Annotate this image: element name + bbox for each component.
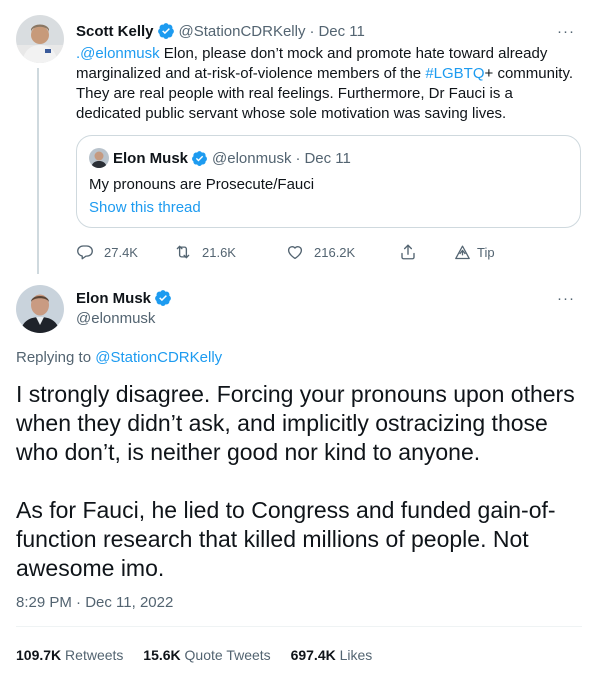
quoted-author-name: Elon Musk — [113, 150, 189, 167]
like-icon — [287, 246, 303, 260]
tip-button[interactable]: Tip — [454, 240, 495, 264]
retweet-icon — [176, 245, 190, 259]
scott-kelly-avatar[interactable] — [16, 15, 64, 63]
quoted-tweet-card[interactable]: Elon Musk @elonmusk · Dec 11 My pronouns… — [76, 135, 581, 228]
retweet-button[interactable]: 21.6K — [174, 240, 236, 264]
like-count: 216.2K — [314, 244, 356, 260]
reply-icon — [77, 245, 93, 260]
separator-dot: · — [295, 150, 301, 167]
retweets-stat[interactable]: 109.7K Retweets — [16, 647, 123, 663]
reply-button[interactable]: 27.4K — [76, 240, 138, 264]
retweet-count: 21.6K — [202, 244, 236, 260]
verified-badge-icon — [192, 151, 207, 166]
quoted-tweet-date: Dec 11 — [304, 150, 351, 167]
hashtag-link[interactable]: #LGBTQ — [425, 65, 484, 82]
share-icon — [401, 244, 415, 260]
quote-tweets-stat[interactable]: 15.6K Quote Tweets — [143, 647, 270, 663]
tip-label: Tip — [477, 244, 495, 260]
mention-link[interactable]: .@elonmusk — [76, 45, 160, 62]
parent-more-icon[interactable]: ··· — [556, 22, 576, 42]
parent-tweet-header: Scott Kelly @StationCDRKelly · Dec 11 — [76, 22, 365, 40]
likes-stat-label: Likes — [339, 647, 373, 663]
like-button[interactable]: 216.2K — [286, 240, 355, 264]
parent-tweet-actions: 27.4K 21.6K 216.2K Tip — [76, 240, 581, 264]
verified-badge-icon — [155, 290, 171, 306]
retweets-stat-count: 109.7K — [16, 647, 62, 663]
divider — [16, 626, 582, 627]
tweet-timestamp[interactable]: 8:29 PM · Dec 11, 2022 — [16, 594, 173, 611]
likes-stat[interactable]: 697.4K Likes — [291, 647, 373, 663]
quoted-tweet-text: My pronouns are Prosecute/Fauci — [89, 176, 315, 193]
main-tweet-text: I strongly disagree. Forcing your pronou… — [16, 381, 575, 581]
show-thread-link[interactable]: Show this thread — [89, 199, 201, 216]
parent-author-name[interactable]: Scott Kelly — [76, 23, 154, 40]
parent-tweet-text: .@elonmusk Elon, please don’t mock and p… — [76, 44, 581, 124]
parent-author-handle[interactable]: @StationCDRKelly — [179, 23, 306, 40]
elon-musk-avatar[interactable] — [16, 285, 64, 333]
quoted-author-avatar — [89, 148, 109, 168]
separator-dot: · — [309, 22, 315, 40]
verified-badge-icon — [157, 23, 174, 39]
reply-count: 27.4K — [104, 244, 138, 260]
main-more-icon[interactable]: ··· — [556, 289, 576, 309]
tip-icon — [455, 244, 470, 259]
retweets-stat-label: Retweets — [65, 647, 124, 663]
thread-connector-line — [37, 68, 39, 274]
share-button[interactable] — [399, 240, 427, 264]
replying-to-link[interactable]: @StationCDRKelly — [95, 349, 222, 366]
main-author-name-row: Elon Musk — [76, 289, 176, 307]
main-author-name[interactable]: Elon Musk — [76, 290, 151, 307]
quoted-author-handle: @elonmusk — [212, 150, 292, 167]
replying-prefix: Replying to — [16, 349, 96, 366]
likes-stat-count: 697.4K — [290, 647, 336, 663]
main-author-handle[interactable]: @elonmusk — [76, 310, 155, 327]
quote-tweets-stat-count: 15.6K — [143, 647, 181, 663]
parent-tweet-date[interactable]: Dec 11 — [318, 23, 364, 40]
quote-tweets-stat-label: Quote Tweets — [184, 647, 271, 663]
quoted-tweet-header: Elon Musk @elonmusk · Dec 11 — [113, 150, 351, 167]
replying-to-line: Replying to @StationCDRKelly — [16, 349, 222, 366]
tweet-stats-row: 109.7K Retweets 15.6K Quote Tweets 697.4… — [16, 647, 388, 663]
